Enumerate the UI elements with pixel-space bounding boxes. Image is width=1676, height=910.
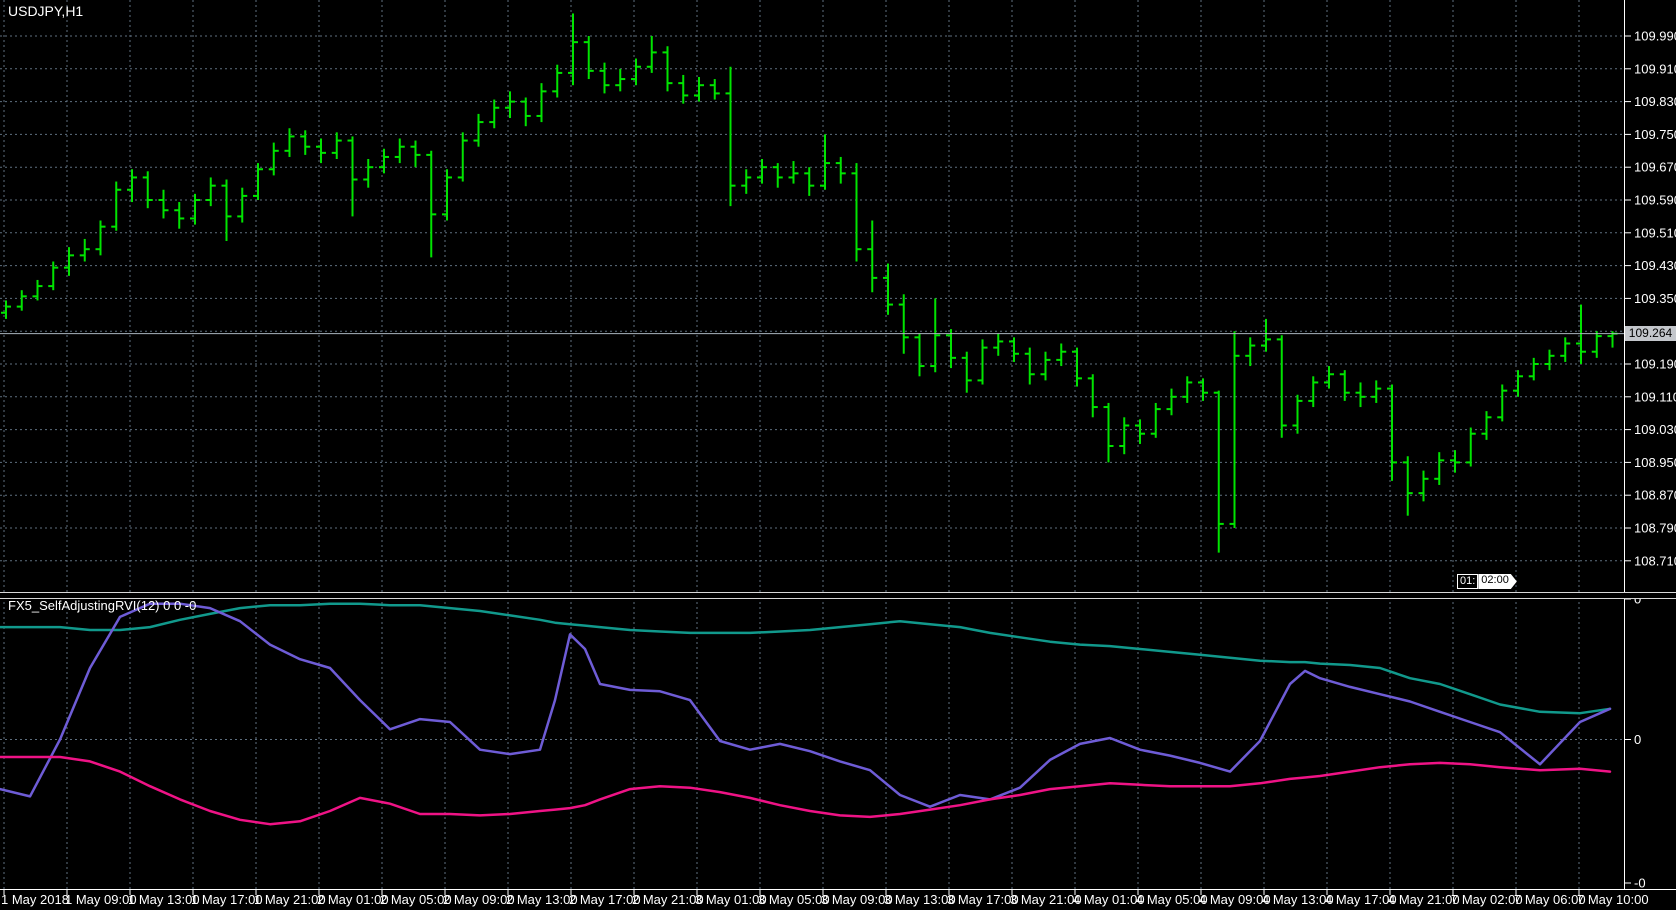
- rvi-purple-line: [0, 602, 1612, 808]
- ohlc-bars: [1, 13, 1618, 553]
- price-tick-label: 109.030: [1634, 422, 1676, 437]
- time-tick-label: 4 May 13:00: [1262, 892, 1334, 907]
- bar-countdown-tag: 01: 02:00: [1457, 574, 1517, 589]
- time-tick-label: 7 May 02:00: [1451, 892, 1523, 907]
- time-tick-label: 2 May 01:00: [317, 892, 389, 907]
- indicator-tick-label: -0: [1634, 876, 1646, 891]
- price-tick-label: 108.790: [1634, 521, 1676, 536]
- countdown-hours: 01:: [1457, 574, 1479, 589]
- time-tick-label: 4 May 09:00: [1199, 892, 1271, 907]
- time-tick-label: 3 May 13:00: [884, 892, 956, 907]
- time-tick-label: 4 May 05:00: [1136, 892, 1208, 907]
- time-tick-label: 2 May 13:00: [506, 892, 578, 907]
- time-tick-label: 7 May 10:00: [1577, 892, 1649, 907]
- time-tick-label: 1 May 09:00: [65, 892, 137, 907]
- price-tick-label: 109.590: [1634, 193, 1676, 208]
- grid-lines: [0, 0, 1624, 889]
- time-tick-label: 1 May 13:00: [128, 892, 200, 907]
- symbol-period-label: USDJPY,H1: [8, 3, 84, 19]
- time-tick-label: 2 May 17:00: [569, 892, 641, 907]
- window-splitter[interactable]: [0, 592, 1676, 599]
- current-price-tag: 109.264: [1625, 326, 1676, 341]
- price-tick-label: 109.830: [1634, 94, 1676, 109]
- time-tick-label: 4 May 17:00: [1325, 892, 1397, 907]
- rvi-teal-line: [0, 602, 1612, 715]
- price-tick-label: 109.430: [1634, 258, 1676, 273]
- price-tick-label: 108.950: [1634, 455, 1676, 470]
- chart-window[interactable]: 109.990 109.910 109.830 109.750 109.670 109.5…: [0, 0, 1676, 910]
- time-tick-label: 1 May 17:00: [191, 892, 263, 907]
- indicator-lines: [0, 602, 1612, 826]
- rvi-magenta-line: [0, 755, 1612, 826]
- price-tick-label: 109.750: [1634, 127, 1676, 142]
- time-tick-label: 3 May 01:00: [695, 892, 767, 907]
- price-tick-label: 109.110: [1634, 389, 1676, 404]
- time-tick-label: 2 May 09:00: [443, 892, 515, 907]
- price-tick-label: 108.870: [1634, 488, 1676, 503]
- chart-canvas[interactable]: 109.990 109.910 109.830 109.750 109.670 109.5…: [0, 0, 1676, 910]
- price-tick-label: 109.910: [1634, 61, 1676, 76]
- time-tick-label: 3 May 05:00: [758, 892, 830, 907]
- time-tick-label: 1 May 2018: [1, 892, 69, 907]
- time-tick-label: 7 May 06:00: [1514, 892, 1586, 907]
- time-tick-label: 1 May 21:00: [254, 892, 326, 907]
- axis-frame: [0, 0, 1676, 890]
- time-axis[interactable]: 1 May 20181 May 09:001 May 13:001 May 17…: [1, 890, 1649, 907]
- time-tick-label: 3 May 17:00: [947, 892, 1019, 907]
- price-tick-label: 109.990: [1634, 29, 1676, 44]
- time-tick-label: 3 May 09:00: [821, 892, 893, 907]
- indicator-tick-label: 0: [1634, 732, 1641, 747]
- time-tick-label: 4 May 01:00: [1073, 892, 1145, 907]
- price-tick-label: 109.190: [1634, 357, 1676, 372]
- indicator-name-label: FX5_SelfAdjustingRVI(12) 0 0 -0: [8, 598, 197, 613]
- price-axis[interactable]: 109.990 109.910 109.830 109.750 109.670 109.5…: [1624, 29, 1676, 569]
- time-tick-label: 2 May 21:00: [632, 892, 704, 907]
- price-tick-label: 109.510: [1634, 225, 1676, 240]
- countdown-minutes-seconds: 02:00: [1478, 574, 1517, 589]
- indicator-axis[interactable]: 00-0: [1624, 592, 1646, 891]
- time-tick-label: 3 May 21:00: [1010, 892, 1082, 907]
- price-tick-label: 109.670: [1634, 160, 1676, 175]
- price-tick-label: 108.710: [1634, 553, 1676, 568]
- time-tick-label: 4 May 21:00: [1388, 892, 1460, 907]
- time-tick-label: 2 May 05:00: [380, 892, 452, 907]
- price-tick-label: 109.350: [1634, 291, 1676, 306]
